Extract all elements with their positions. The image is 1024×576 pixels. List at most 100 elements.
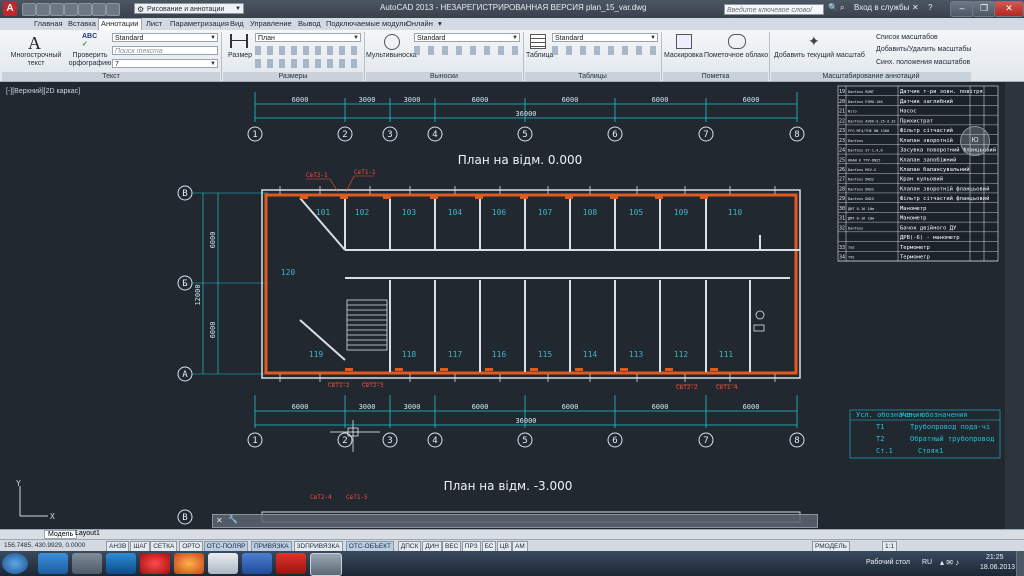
language-indicator[interactable]: RU xyxy=(922,559,932,566)
exchange-icon[interactable]: ✕ xyxy=(912,3,919,12)
tab-insert[interactable]: Вставка xyxy=(66,19,98,28)
panel-title-markup[interactable]: Пометка xyxy=(663,72,768,81)
chevron-down-icon: ▼ xyxy=(650,35,656,41)
help-icon[interactable]: ? xyxy=(928,3,932,12)
dim-tools-row-2[interactable] xyxy=(255,59,361,68)
plot-icon[interactable] xyxy=(78,3,92,16)
save-icon[interactable] xyxy=(50,3,64,16)
restore-button[interactable]: ❐ xyxy=(972,1,996,17)
adobe-icon[interactable] xyxy=(276,553,306,574)
tab-online[interactable]: Онлайн xyxy=(404,19,435,28)
app-icon[interactable] xyxy=(208,553,238,574)
binoculars-icon[interactable]: ⌕ xyxy=(840,3,844,13)
spellcheck-icon[interactable]: ABC ✓ xyxy=(82,33,97,48)
command-line[interactable]: ✕ 🔧 xyxy=(212,514,818,528)
gear-icon: ⚙ xyxy=(137,5,145,14)
add-scale-icon[interactable]: ✦ xyxy=(808,33,820,50)
undo-icon[interactable] xyxy=(92,3,106,16)
spellcheck-button[interactable]: Проверить орфографию xyxy=(68,52,112,68)
mtext-button[interactable]: Многострочный текст xyxy=(10,52,62,68)
chevron-down-icon: ▼ xyxy=(353,35,359,41)
minimize-button[interactable]: – xyxy=(950,1,974,17)
leader-style-select[interactable]: Standard ▼ xyxy=(414,33,520,42)
table-tools-row[interactable] xyxy=(552,46,658,55)
dim-bot-6: 6000 xyxy=(652,403,669,411)
room-109: 109 xyxy=(674,208,689,217)
dim-tools-row[interactable] xyxy=(255,46,361,55)
dimension-icon[interactable] xyxy=(230,34,248,48)
vertical-scrollbar[interactable] xyxy=(1005,82,1024,529)
autocad-logo-icon[interactable]: A xyxy=(3,2,17,16)
tab-plugins[interactable]: Подключаемые модули xyxy=(324,19,410,28)
clock-date[interactable]: 18.06.2013 xyxy=(980,564,1015,571)
wipeout-icon[interactable] xyxy=(676,34,692,49)
panel-title-scale[interactable]: Масштабирование аннотаций xyxy=(771,72,971,81)
table-style-select[interactable]: Standard ▼ xyxy=(552,33,658,42)
tab-home[interactable]: Главная xyxy=(32,19,65,28)
search-icon[interactable]: 🔍 xyxy=(828,3,838,12)
panel-title-dims[interactable]: Размеры xyxy=(223,72,363,81)
signin-button[interactable]: Вход в службы xyxy=(854,3,909,12)
new-file-icon[interactable] xyxy=(22,3,36,16)
panel-title-leaders[interactable]: Выноски xyxy=(366,72,522,81)
axis-label-6: 6 xyxy=(612,130,617,140)
cad-drawing[interactable]: 6000 3000 3000 6000 6000 6000 6000 36000… xyxy=(0,82,1005,529)
autocad-task-icon[interactable] xyxy=(72,553,102,574)
desktop-label[interactable]: Рабочий стол xyxy=(866,559,910,566)
spec-pos: 25 xyxy=(839,157,845,163)
tab-manage[interactable]: Управление xyxy=(248,19,294,28)
ribbon-toggle-icon[interactable]: ▾ xyxy=(436,19,444,28)
redo-icon[interactable] xyxy=(106,3,120,16)
spec-name: Фільтр сітчастий xyxy=(900,128,953,134)
search-input[interactable]: Введите ключевое слово/фразу xyxy=(724,4,824,25)
show-desktop-button[interactable] xyxy=(1016,551,1024,576)
tab-view[interactable]: Вид xyxy=(228,19,246,28)
close-icon[interactable]: ✕ xyxy=(216,516,223,525)
leader-tools-row[interactable] xyxy=(414,46,520,55)
ie-icon[interactable] xyxy=(38,553,68,574)
firefox-icon[interactable] xyxy=(174,553,204,574)
table-button[interactable]: Таблица xyxy=(526,52,553,59)
add-remove-scales-button[interactable]: Добавить/Удалить масштабы xyxy=(876,46,971,53)
tray-icons[interactable]: ▴ ✉ ♪ xyxy=(940,558,959,567)
dimension-button[interactable]: Размер xyxy=(228,52,252,59)
tab-layout1[interactable]: Layout1 xyxy=(72,530,103,537)
spec-mark: Danfoss xyxy=(848,139,863,143)
coordinates-readout[interactable]: 156.7485, 430.9929, 0.0000 xyxy=(2,541,87,550)
wipeout-button[interactable]: Маскировка xyxy=(664,52,703,59)
spec-mark: ТУЕ xyxy=(848,256,855,260)
autocad-active-icon[interactable] xyxy=(310,553,342,576)
save-as-icon[interactable] xyxy=(64,3,78,16)
revcloud-button[interactable]: Пометочное облако xyxy=(704,52,768,59)
tab-output[interactable]: Вывод xyxy=(296,19,323,28)
clock-time[interactable]: 21:25 xyxy=(986,554,1004,561)
find-text-input[interactable]: Поиск текста xyxy=(112,46,218,55)
start-button[interactable] xyxy=(2,553,28,574)
open-file-icon[interactable] xyxy=(36,3,50,16)
wrench-icon[interactable]: 🔧 xyxy=(228,515,238,524)
table-icon[interactable] xyxy=(530,34,546,49)
text-style-select[interactable]: Standard ▼ xyxy=(112,33,218,42)
text-height-select[interactable]: 7 ▼ xyxy=(112,59,218,68)
multileader-button[interactable]: Мультивыноска xyxy=(366,52,417,59)
revcloud-icon[interactable] xyxy=(728,34,746,49)
panel-title-tables[interactable]: Таблицы xyxy=(525,72,660,81)
leader-style-value: Standard xyxy=(417,35,446,42)
navigation-wheel[interactable]: Ю xyxy=(960,126,990,156)
tab-layout[interactable]: Лист xyxy=(144,19,164,28)
media-player-icon[interactable] xyxy=(106,553,136,574)
add-current-scale-button[interactable]: Добавить текущий масштаб xyxy=(774,52,865,59)
scale-list-button[interactable]: Список масштабов xyxy=(876,34,938,41)
spec-pos: 31 xyxy=(839,216,845,222)
panel-title-text[interactable]: Текст xyxy=(2,72,220,81)
word-icon[interactable] xyxy=(242,553,272,574)
dim-style-select[interactable]: План ▼ xyxy=(255,33,361,42)
sync-scales-button[interactable]: Синх. положения масштабов xyxy=(876,59,970,66)
workspace-dropdown[interactable]: ⚙ Рисование и аннотации ▼ xyxy=(134,3,244,14)
multileader-icon[interactable] xyxy=(384,34,400,50)
mtext-icon[interactable]: A xyxy=(28,33,41,54)
dim-bot-2: 3000 xyxy=(359,403,376,411)
close-button[interactable]: ✕ xyxy=(994,1,1024,17)
tab-parametric[interactable]: Параметризация xyxy=(168,19,231,28)
opera-icon[interactable] xyxy=(140,553,170,574)
